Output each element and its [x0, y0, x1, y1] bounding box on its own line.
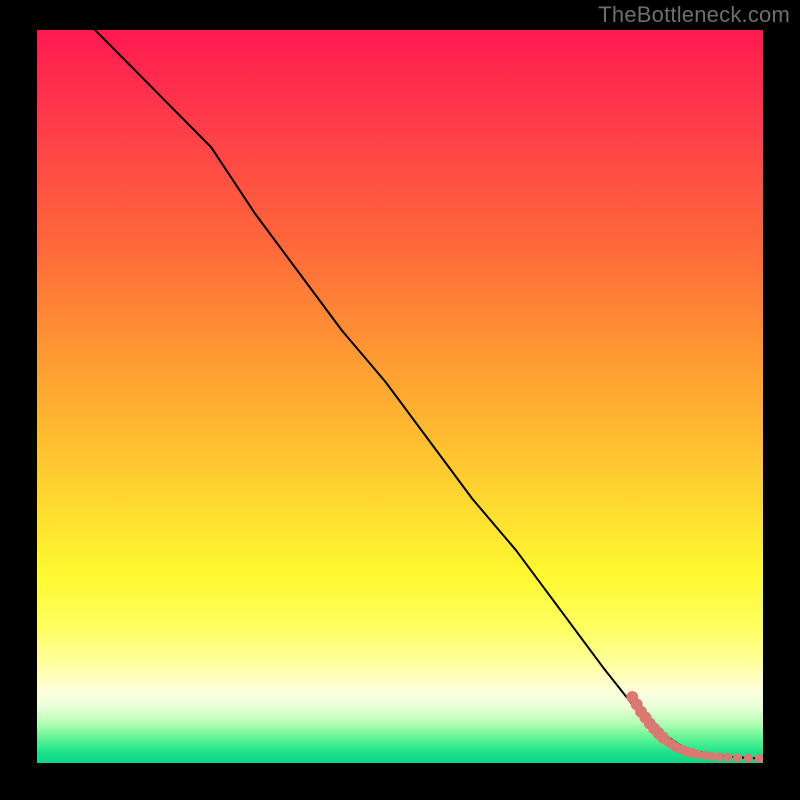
data-marker: [744, 754, 753, 763]
watermark-text: TheBottleneck.com: [598, 2, 790, 28]
chart-stage: TheBottleneck.com: [0, 0, 800, 800]
data-marker: [715, 752, 724, 761]
chart-svg: [37, 30, 763, 763]
data-marker: [733, 753, 742, 762]
data-marker: [724, 753, 733, 762]
plot-area: [37, 30, 763, 763]
